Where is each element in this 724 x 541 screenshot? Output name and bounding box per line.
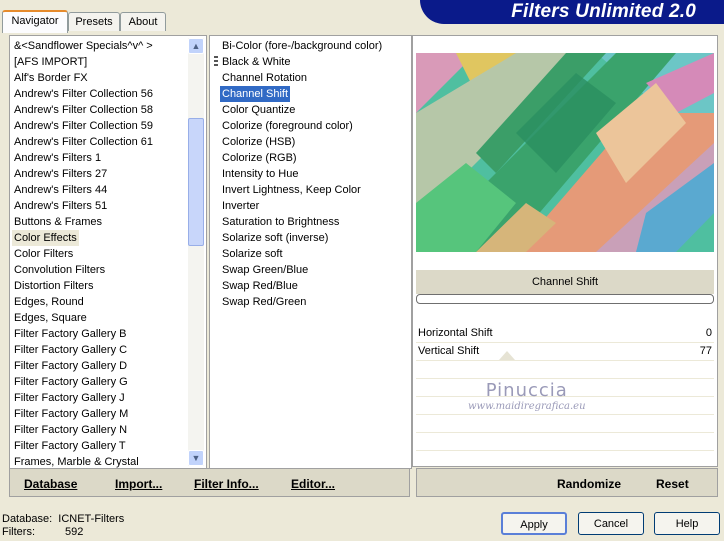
apply-button[interactable]: Apply	[501, 512, 567, 535]
watermark-url: www.maidiregrafica.eu	[468, 401, 586, 412]
import-button[interactable]: Import...	[115, 477, 162, 491]
watermark: Pinuccia www.maidiregrafica.eu	[468, 380, 586, 412]
filter-item[interactable]: Solarize soft (inverse)	[220, 230, 330, 246]
category-item[interactable]: Andrew's Filter Collection 58	[12, 102, 155, 118]
right-button-bar: Randomize Reset	[416, 468, 718, 497]
database-value: ICNET-Filters	[58, 513, 125, 525]
scroll-thumb[interactable]	[188, 118, 204, 246]
category-item[interactable]: &<Sandflower Specials^v^ >	[12, 38, 155, 54]
filter-item[interactable]: Saturation to Brightness	[220, 214, 341, 230]
category-item[interactable]: Buttons & Frames	[12, 214, 104, 230]
category-item[interactable]: Distortion Filters	[12, 278, 95, 294]
filter-list[interactable]: Bi-Color (fore-/background color) Black &…	[210, 36, 411, 468]
category-item[interactable]: Filter Factory Gallery G	[12, 374, 130, 390]
category-item[interactable]: Andrew's Filter Collection 59	[12, 118, 155, 134]
filter-item[interactable]: Swap Red/Blue	[220, 278, 300, 294]
filter-item[interactable]: Channel Rotation	[220, 70, 309, 86]
drag-grip-icon	[214, 56, 218, 68]
category-item[interactable]: Andrew's Filters 1	[12, 150, 103, 166]
reset-button[interactable]: Reset	[656, 477, 689, 491]
help-button[interactable]: Help	[654, 512, 720, 535]
category-item[interactable]: [AFS IMPORT]	[12, 54, 89, 70]
category-list-panel: &<Sandflower Specials^v^ > [AFS IMPORT] Al…	[9, 35, 207, 469]
category-item[interactable]: Filter Factory Gallery N	[12, 422, 129, 438]
editor-button[interactable]: Editor...	[291, 477, 335, 491]
category-item[interactable]: Andrew's Filter Collection 61	[12, 134, 155, 150]
filter-item[interactable]: Bi-Color (fore-/background color)	[220, 38, 384, 54]
tab-about[interactable]: About	[120, 12, 166, 31]
randomize-button[interactable]: Randomize	[557, 477, 621, 491]
category-item[interactable]: Filter Factory Gallery D	[12, 358, 129, 374]
filter-item[interactable]: Intensity to Hue	[220, 166, 300, 182]
slider-marker-icon[interactable]	[499, 351, 515, 360]
category-item[interactable]: Edges, Round	[12, 294, 86, 310]
scroll-down-icon[interactable]: ▼	[188, 450, 204, 466]
category-item[interactable]: Color Filters	[12, 246, 75, 262]
category-item[interactable]: Filter Factory Gallery B	[12, 326, 128, 342]
database-label: Database:	[2, 513, 53, 525]
category-item[interactable]: Andrew's Filter Collection 56	[12, 86, 155, 102]
filter-item[interactable]: Colorize (HSB)	[220, 134, 297, 150]
filter-item[interactable]: Black & White	[220, 54, 292, 70]
database-button[interactable]: Database	[24, 477, 77, 491]
filter-item[interactable]: Color Quantize	[220, 102, 297, 118]
filters-count: 592	[65, 526, 84, 538]
filter-item[interactable]: Inverter	[220, 198, 261, 214]
app-title: Filters Unlimited 2.0	[511, 1, 696, 22]
param-value: 77	[699, 345, 712, 357]
category-item[interactable]: Andrew's Filters 27	[12, 166, 109, 182]
category-item[interactable]: Andrew's Filters 51	[12, 198, 109, 214]
filter-item[interactable]: Colorize (RGB)	[220, 150, 299, 166]
filter-item[interactable]: Invert Lightness, Keep Color	[220, 182, 363, 198]
category-item[interactable]: Color Effects	[12, 230, 79, 246]
filter-name-label: Channel Shift	[416, 270, 714, 294]
preview-image	[416, 53, 714, 252]
filters-label: Filters:	[2, 526, 35, 538]
param-row-empty	[416, 433, 714, 451]
category-item[interactable]: Filter Factory Gallery C	[12, 342, 129, 358]
param-name: Horizontal Shift	[418, 327, 493, 339]
category-item[interactable]: Frames, Marble & Crystal	[12, 454, 141, 468]
scroll-up-icon[interactable]: ▲	[188, 38, 204, 54]
status-area: Database: ICNET-Filters Filters: 592	[2, 513, 124, 539]
filter-item[interactable]: Colorize (foreground color)	[220, 118, 355, 134]
title-banner: Filters Unlimited 2.0	[420, 0, 724, 24]
param-row-vertical-shift[interactable]: Vertical Shift 77	[416, 343, 714, 361]
category-item[interactable]: Alf's Border FX	[12, 70, 90, 86]
category-scrollbar[interactable]: ▲ ▼	[188, 38, 204, 466]
filter-item[interactable]: Swap Green/Blue	[220, 262, 310, 278]
filter-item[interactable]: Solarize soft	[220, 246, 285, 262]
tab-navigator[interactable]: Navigator	[2, 10, 68, 33]
category-item[interactable]: Convolution Filters	[12, 262, 107, 278]
param-name: Vertical Shift	[418, 345, 480, 357]
param-row-empty	[416, 361, 714, 379]
progress-bar	[416, 294, 714, 304]
filter-item[interactable]: Swap Red/Green	[220, 294, 308, 310]
tab-presets[interactable]: Presets	[68, 12, 120, 31]
left-button-bar: Database Import... Filter Info... Editor…	[9, 468, 410, 497]
filter-list-panel: Bi-Color (fore-/background color) Black &…	[209, 35, 412, 469]
param-row-empty	[416, 415, 714, 433]
category-list[interactable]: &<Sandflower Specials^v^ > [AFS IMPORT] Al…	[10, 36, 206, 468]
filter-info-button[interactable]: Filter Info...	[194, 477, 259, 491]
param-value: 0	[705, 327, 712, 339]
cancel-button[interactable]: Cancel	[578, 512, 644, 535]
category-item[interactable]: Edges, Square	[12, 310, 89, 326]
param-row-horizontal-shift[interactable]: Horizontal Shift 0	[416, 325, 714, 343]
category-item[interactable]: Filter Factory Gallery T	[12, 438, 128, 454]
category-item[interactable]: Andrew's Filters 44	[12, 182, 109, 198]
category-item[interactable]: Filter Factory Gallery J	[12, 390, 127, 406]
category-item[interactable]: Filter Factory Gallery M	[12, 406, 130, 422]
filter-item[interactable]: Channel Shift	[220, 86, 291, 102]
watermark-name: Pinuccia	[485, 380, 568, 401]
